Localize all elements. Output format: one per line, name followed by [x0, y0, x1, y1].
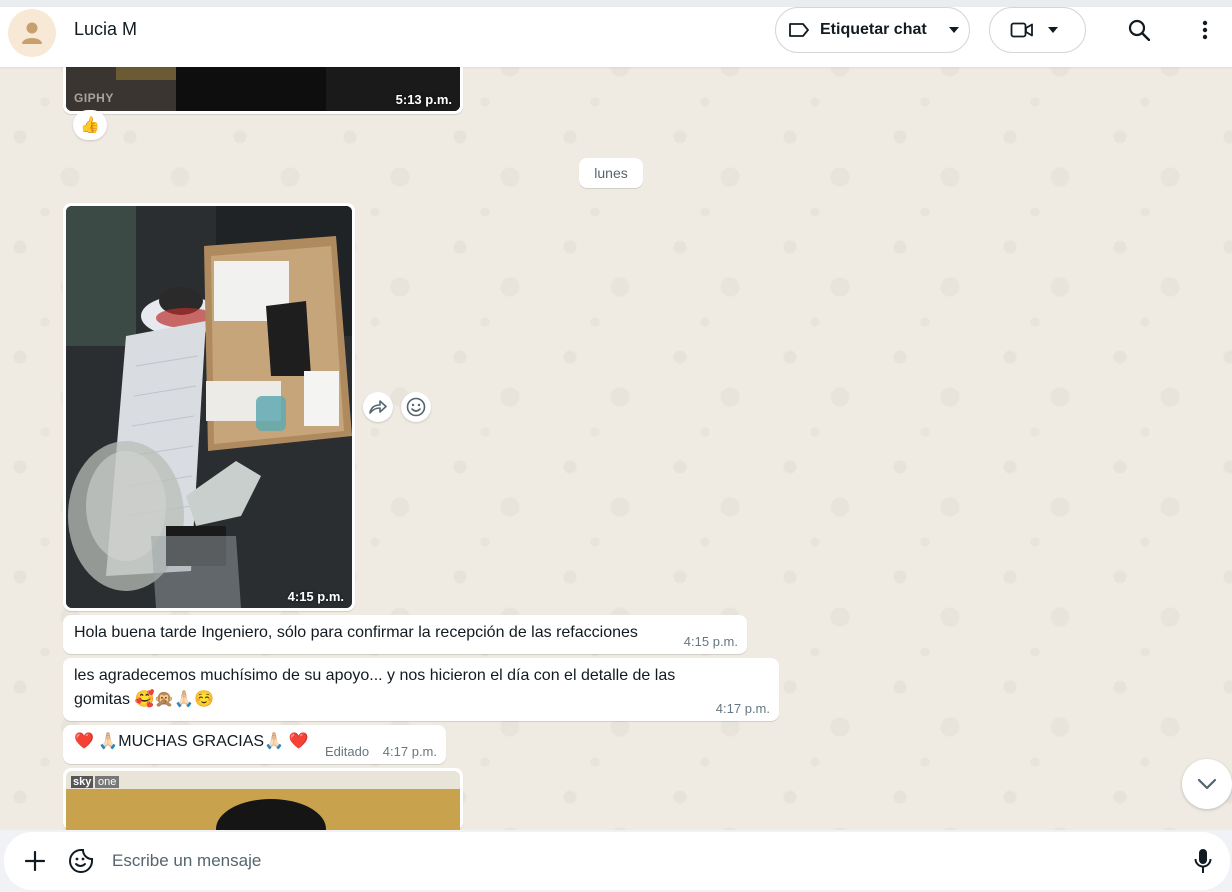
search-button[interactable] — [1124, 15, 1154, 45]
message-time: 4:15 p.m. — [683, 634, 738, 649]
scroll-to-bottom-button[interactable] — [1182, 759, 1232, 809]
video-camera-icon — [1010, 22, 1033, 38]
contact-name[interactable]: Lucia M — [74, 19, 137, 40]
message-time: 4:17 p.m. — [382, 744, 437, 759]
forward-button[interactable] — [363, 392, 393, 422]
giphy-watermark: GIPHY — [74, 91, 114, 105]
plus-icon — [25, 851, 45, 871]
message-time: 4:17 p.m. — [715, 701, 770, 716]
text-message[interactable]: Hola buena tarde Ingeniero, sólo para co… — [63, 615, 747, 654]
message-text: ❤️ 🙏🏻MUCHAS GRACIAS🙏🏻 ❤️ — [74, 733, 309, 750]
sticker-button[interactable] — [66, 846, 96, 876]
chat-header: Lucia M Etiquetar chat — [0, 7, 1232, 67]
message-composer — [0, 830, 1232, 892]
text-message[interactable]: les agradecemos muchísimo de su apoyo...… — [63, 658, 779, 721]
video-message[interactable]: sky one — [63, 768, 463, 830]
reaction-badge[interactable]: 👍 — [73, 110, 107, 140]
chevron-down-icon — [1048, 27, 1058, 33]
chevron-down-icon — [948, 27, 959, 33]
text-message[interactable]: ❤️ 🙏🏻MUCHAS GRACIAS🙏🏻 ❤️ Editado 4:17 p.… — [63, 725, 446, 764]
message-text-line: les agradecemos muchísimo de su apoyo...… — [74, 667, 676, 684]
gif-image[interactable]: GIPHY 5:13 p.m. — [66, 60, 460, 111]
forward-icon — [369, 400, 387, 414]
message-time: 4:15 p.m. — [287, 589, 344, 604]
sticker-icon — [69, 849, 93, 873]
composer-box — [4, 832, 1230, 890]
tag-icon — [789, 23, 809, 37]
message-text: Hola buena tarde Ingeniero, sólo para co… — [74, 624, 638, 641]
label-chat-button[interactable]: Etiquetar chat — [775, 7, 970, 53]
video-thumbnail[interactable]: sky one — [66, 771, 460, 830]
attach-button[interactable] — [20, 846, 50, 876]
message-text-line: gomitas 🥰🙊🙏🏻☺️ — [74, 691, 215, 708]
sky-logo: sky — [71, 776, 94, 788]
video-call-button[interactable] — [989, 7, 1086, 53]
search-icon — [1128, 19, 1150, 41]
message-time: 5:13 p.m. — [395, 92, 452, 107]
microphone-icon — [1194, 849, 1212, 873]
photo-image[interactable]: 4:15 p.m. — [66, 206, 352, 608]
chevron-down-icon — [1197, 778, 1217, 790]
one-logo: one — [95, 776, 120, 788]
emoji-icon — [406, 397, 426, 417]
react-button[interactable] — [401, 392, 431, 422]
kebab-menu-icon — [1202, 20, 1208, 40]
person-icon — [22, 22, 42, 44]
date-divider: lunes — [579, 158, 643, 188]
thumbs-up-reaction: 👍 — [80, 117, 100, 134]
date-divider-label: lunes — [594, 165, 628, 181]
desk-photo — [66, 206, 352, 608]
voice-message-button[interactable] — [1188, 846, 1218, 876]
edited-label: Editado — [325, 744, 370, 759]
contact-avatar[interactable] — [8, 9, 56, 57]
menu-button[interactable] — [1190, 15, 1220, 45]
window-top-strip — [0, 0, 1232, 7]
message-input[interactable] — [112, 842, 1172, 880]
label-chat-text: Etiquetar chat — [820, 21, 927, 38]
gif-message[interactable]: GIPHY 5:13 p.m. — [63, 60, 463, 114]
